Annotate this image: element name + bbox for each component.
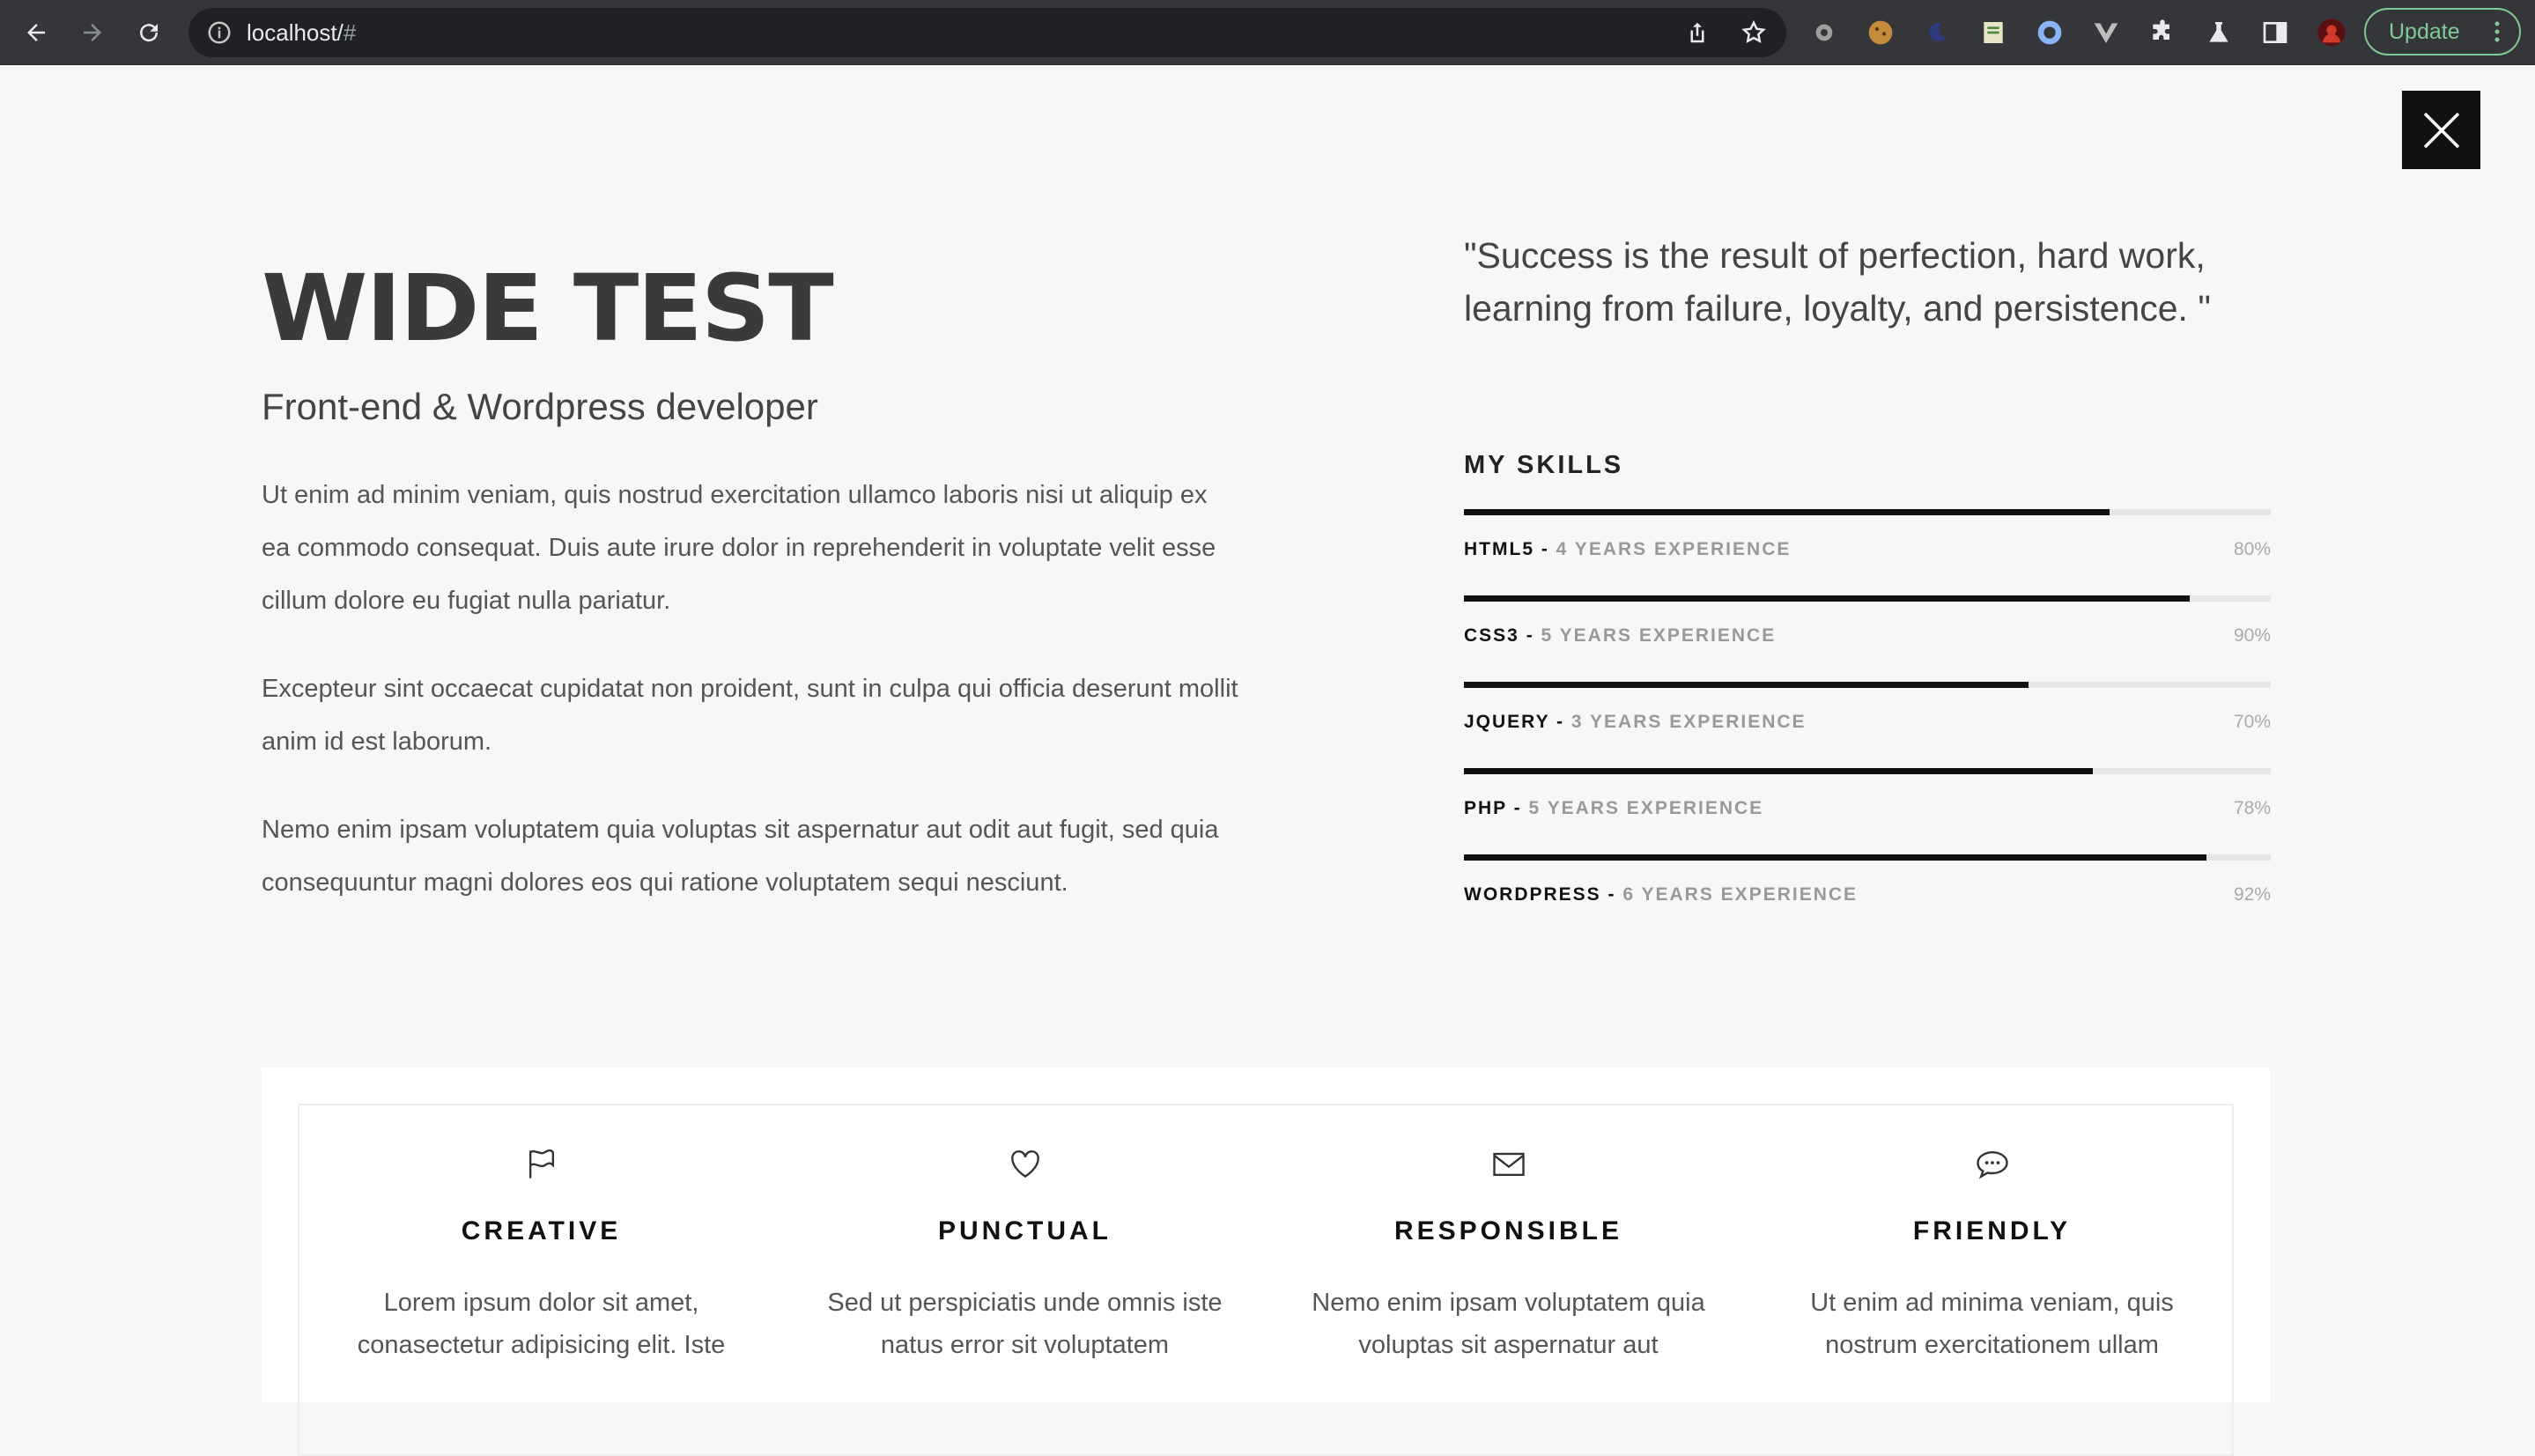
chat-icon <box>1976 1150 2008 1179</box>
skill-separator: - <box>1506 798 1529 818</box>
skill-separator: - <box>1600 884 1623 905</box>
close-button[interactable] <box>2402 91 2480 169</box>
vue-extension-icon[interactable] <box>2091 18 2121 48</box>
skill-name: JQUERY <box>1464 712 1550 732</box>
flask-icon[interactable] <box>2204 18 2234 48</box>
forward-button[interactable] <box>72 12 113 53</box>
skill-separator: - <box>1534 539 1556 559</box>
info-icon[interactable] <box>206 19 233 46</box>
envelope-icon <box>1492 1152 1525 1177</box>
feature-text: Ut enim ad minima veniam, quis nostrum e… <box>1810 1289 2174 1359</box>
skill-experience: 5 YEARS EXPERIENCE <box>1541 625 1777 646</box>
skill-track <box>1464 509 2271 515</box>
skill-name: HTML5 <box>1464 539 1534 559</box>
close-icon <box>2423 112 2459 148</box>
browser-toolbar: localhost/# Update <box>0 0 2535 65</box>
feature-text: Nemo enim ipsam voluptatem quia voluptas… <box>1312 1289 1705 1359</box>
skill-item-css3: CSS3 - 5 YEARS EXPERIENCE 90% <box>1464 595 2271 666</box>
puzzle-icon[interactable] <box>2147 18 2177 48</box>
update-label: Update <box>2389 19 2460 44</box>
skill-experience: 3 YEARS EXPERIENCE <box>1571 712 1807 732</box>
intro-paragraph-1: Ut enim ad minim veniam, quis nostrud ex… <box>262 481 1216 615</box>
features-section: CREATIVE Lorem ipsum dolor sit amet, con… <box>262 1068 2270 1456</box>
skill-item-html5: HTML5 - 4 YEARS EXPERIENCE 80% <box>1464 509 2271 580</box>
arrow-left-icon <box>27 24 45 41</box>
skill-experience: 4 YEARS EXPERIENCE <box>1556 539 1792 559</box>
skill-bar-fill <box>1464 595 2191 602</box>
update-button[interactable]: Update <box>2364 8 2521 55</box>
share-icon[interactable] <box>1684 19 1711 46</box>
skill-label: PHP - 5 YEARS EXPERIENCE <box>1464 798 1763 819</box>
skill-label: WORDPRESS - 6 YEARS EXPERIENCE <box>1464 884 1858 905</box>
feature-responsible: RESPONSIBLE Nemo enim ipsam voluptatem q… <box>1267 1105 1750 1423</box>
page-subtitle: Front-end & Wordpress developer <box>262 386 818 427</box>
star-icon[interactable] <box>1741 19 1767 46</box>
skill-item-php: PHP - 5 YEARS EXPERIENCE 78% <box>1464 768 2271 839</box>
skill-track <box>1464 682 2271 688</box>
arrow-right-icon <box>84 24 101 41</box>
skill-percent: 92% <box>2233 884 2271 905</box>
circle-extension-icon[interactable] <box>2035 18 2065 48</box>
skill-percent: 78% <box>2233 798 2271 818</box>
skill-percent: 90% <box>2233 625 2271 646</box>
skill-item-jquery: JQUERY - 3 YEARS EXPERIENCE 70% <box>1464 682 2271 752</box>
feature-punctual: PUNCTUAL Sed ut perspiciatis unde omnis … <box>783 1105 1267 1423</box>
feature-title: CREATIVE <box>461 1216 622 1245</box>
moon-extension-icon[interactable] <box>1922 18 1952 48</box>
sheet-extension-icon[interactable] <box>1978 18 2008 48</box>
skill-experience: 6 YEARS EXPERIENCE <box>1622 884 1859 905</box>
feature-text: Sed ut perspiciatis unde omnis iste natu… <box>827 1289 1223 1359</box>
flag-icon <box>528 1149 554 1179</box>
skill-bar-fill <box>1464 682 2029 688</box>
skill-separator: - <box>1549 712 1571 732</box>
reload-button[interactable] <box>129 12 169 53</box>
skill-name: PHP <box>1464 798 1507 818</box>
feature-title: RESPONSIBLE <box>1393 1216 1623 1245</box>
page-title: WIDE TEST <box>262 255 834 362</box>
skill-percent: 70% <box>2233 712 2271 732</box>
gear-extension-icon[interactable] <box>1809 18 1839 48</box>
skill-separator: - <box>1519 625 1541 646</box>
skill-name: WORDPRESS <box>1464 884 1601 905</box>
intro-paragraph-2: Excepteur sint occaecat cupidatat non pr… <box>262 675 1238 756</box>
intro-paragraph-3: Nemo enim ipsam voluptatem quia voluptas… <box>262 816 1219 897</box>
skill-bar-fill <box>1464 854 2206 861</box>
heart-icon <box>1010 1150 1039 1179</box>
feature-friendly: FRIENDLY Ut enim ad minima veniam, quis … <box>1750 1105 2234 1423</box>
url-text[interactable]: localhost/# <box>247 19 356 46</box>
feature-text: Lorem ipsum dolor sit amet, conasectetur… <box>357 1289 726 1359</box>
skill-label: JQUERY - 3 YEARS EXPERIENCE <box>1464 712 1807 733</box>
skill-item-wordpress: WORDPRESS - 6 YEARS EXPERIENCE 92% <box>1464 854 2271 925</box>
skill-label: HTML5 - 4 YEARS EXPERIENCE <box>1464 539 1791 560</box>
skill-track <box>1464 768 2271 774</box>
skill-bar-fill <box>1464 768 2094 774</box>
skills-title: MY SKILLS <box>1464 451 1624 479</box>
url-hash: # <box>343 19 357 46</box>
skill-percent: 80% <box>2233 539 2271 559</box>
skill-label: CSS3 - 5 YEARS EXPERIENCE <box>1464 625 1776 647</box>
features-box: CREATIVE Lorem ipsum dolor sit amet, con… <box>298 1104 2234 1456</box>
quote-text: "Success is the result of perfection, ha… <box>1464 235 2211 329</box>
skill-bar-fill <box>1464 509 2110 515</box>
url-host: localhost/ <box>247 19 344 46</box>
feature-title: PUNCTUAL <box>938 1216 1112 1245</box>
skill-experience: 5 YEARS EXPERIENCE <box>1528 798 1764 818</box>
feature-creative: CREATIVE Lorem ipsum dolor sit amet, con… <box>299 1105 783 1423</box>
skill-name: CSS3 <box>1464 625 1519 646</box>
cookie-extension-icon[interactable] <box>1866 18 1896 48</box>
skill-track <box>1464 854 2271 861</box>
back-button[interactable] <box>16 12 56 53</box>
profile-avatar-icon[interactable] <box>2317 18 2347 48</box>
sidepanel-icon[interactable] <box>2260 18 2290 48</box>
skill-track <box>1464 595 2271 602</box>
reload-icon <box>140 24 159 42</box>
address-bar[interactable]: localhost/# <box>188 8 1786 57</box>
feature-title: FRIENDLY <box>1912 1216 2072 1245</box>
more-vertical-icon <box>2494 21 2500 42</box>
